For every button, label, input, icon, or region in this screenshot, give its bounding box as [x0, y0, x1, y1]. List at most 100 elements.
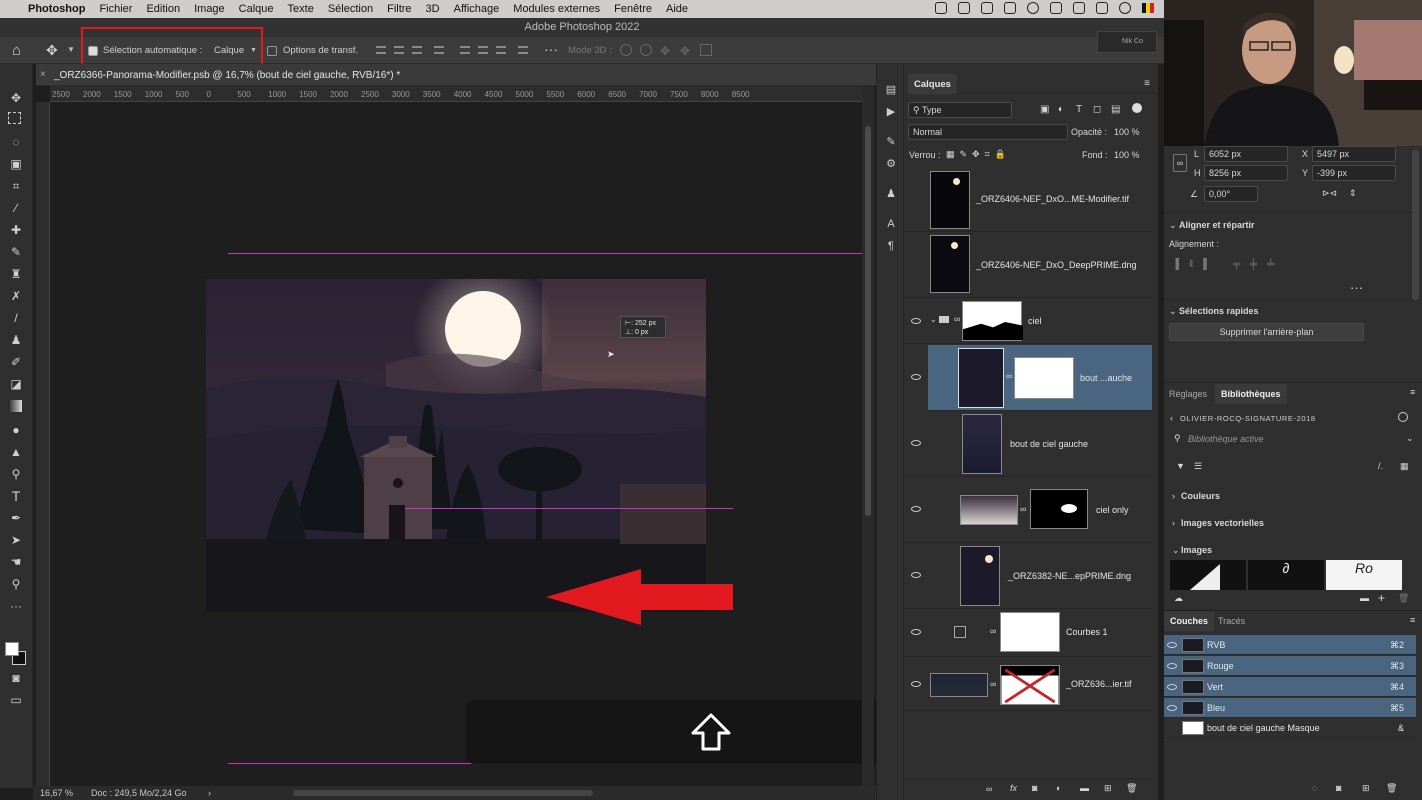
- eye-icon[interactable]: [1167, 684, 1177, 690]
- status-icon[interactable]: [981, 2, 993, 14]
- tab-reglages[interactable]: Réglages: [1169, 389, 1207, 399]
- layer-row[interactable]: _ORZ6406-NEF_DxO_DeepPRIME.dng: [904, 232, 1152, 298]
- close-icon[interactable]: ×: [40, 69, 46, 80]
- section-images-vectorielles[interactable]: Images vectorielles: [1181, 518, 1264, 528]
- flip-horizontal-icon[interactable]: ⊳⊲: [1322, 188, 1337, 199]
- menu-fenetre[interactable]: Fenêtre: [614, 3, 652, 15]
- clone-stamp-icon[interactable]: ♜: [8, 266, 24, 282]
- chevron-down-icon[interactable]: ⌄: [1169, 220, 1177, 231]
- history-icon[interactable]: ▤: [885, 84, 897, 96]
- filter-toggle-icon[interactable]: [1132, 103, 1142, 113]
- eye-icon[interactable]: [911, 374, 921, 380]
- channel-row[interactable]: bout de ciel gauche Masque &: [1164, 718, 1416, 738]
- brush-icon[interactable]: /: [8, 310, 24, 326]
- user-icon[interactable]: [1398, 412, 1408, 422]
- menu-modules[interactable]: Modules externes: [513, 3, 600, 15]
- distribute-vertical-icon[interactable]: [518, 46, 528, 54]
- layer-filter-dropdown[interactable]: ⚲ Type: [908, 102, 1012, 118]
- menu-image[interactable]: Image: [194, 3, 225, 15]
- menu-selection[interactable]: Sélection: [328, 3, 373, 15]
- align-center-icon[interactable]: [394, 46, 404, 54]
- angle-field[interactable]: 0,00°: [1204, 186, 1258, 202]
- gradient-tool-icon[interactable]: [8, 400, 22, 412]
- filter-shape-icon[interactable]: ◻: [1093, 104, 1101, 115]
- channel-row[interactable]: Bleu ⌘5: [1164, 698, 1416, 718]
- width-field[interactable]: 6052 px: [1204, 146, 1288, 162]
- blend-mode-dropdown[interactable]: Normal: [908, 124, 1068, 140]
- menu-3d[interactable]: 3D: [426, 3, 440, 15]
- layer-row[interactable]: ∞ Courbes 1: [904, 609, 1152, 657]
- adjustments-icon[interactable]: ⚙: [885, 158, 897, 170]
- status-icon[interactable]: [1119, 2, 1131, 14]
- auto-select-checkbox[interactable]: [88, 46, 98, 56]
- layer-row[interactable]: ∞ ciel only: [904, 477, 1152, 543]
- library-image-thumb[interactable]: Ro: [1326, 560, 1402, 590]
- tab-traces[interactable]: Tracés: [1218, 616, 1245, 626]
- type-tool-icon[interactable]: T: [8, 488, 24, 504]
- y-field[interactable]: -399 px: [1312, 165, 1396, 181]
- up-arrow-icon[interactable]: [690, 712, 732, 752]
- character-icon[interactable]: A: [885, 218, 897, 230]
- section-couleurs[interactable]: Couleurs: [1181, 491, 1220, 501]
- save-selection-icon[interactable]: ◙: [1336, 783, 1341, 793]
- zoom-tool-icon[interactable]: ⚲: [8, 576, 24, 592]
- tab-bibliotheques[interactable]: Bibliothèques: [1215, 384, 1287, 404]
- clock-icon[interactable]: [1027, 2, 1039, 14]
- 3d-pan-icon[interactable]: ✥: [660, 44, 670, 58]
- eye-icon[interactable]: [911, 572, 921, 578]
- quick-select-section-title[interactable]: Sélections rapides: [1179, 306, 1259, 316]
- marquee-tool-icon[interactable]: [8, 112, 21, 124]
- dodge-tool-icon[interactable]: ▲: [8, 444, 24, 460]
- menu-fichier[interactable]: Fichier: [99, 3, 132, 15]
- more-options-icon[interactable]: ···: [1350, 280, 1363, 295]
- add-mask-icon[interactable]: ◙: [1032, 783, 1037, 793]
- align-top-icon[interactable]: [460, 46, 470, 54]
- link-icon[interactable]: ∞: [1173, 154, 1187, 172]
- layer-row[interactable]: _ORZ6406-NEF_DxO...ME-Modifier.tif: [904, 168, 1152, 232]
- filter-image-icon[interactable]: ▣: [1040, 104, 1049, 115]
- status-icon[interactable]: [1073, 2, 1085, 14]
- paragraph-icon[interactable]: ¶: [885, 240, 897, 252]
- eraser-tool-icon[interactable]: ◪: [8, 376, 24, 392]
- lock-icons[interactable]: ▦✎✥⌗🔒: [946, 149, 1011, 160]
- remove-background-button[interactable]: Supprimer l'arrière-plan: [1169, 323, 1364, 341]
- eye-icon[interactable]: [911, 440, 921, 446]
- panel-menu-icon[interactable]: ≡: [1410, 387, 1415, 397]
- panel-scrollbar[interactable]: [1412, 150, 1419, 300]
- new-group-icon[interactable]: ▬: [1080, 783, 1089, 793]
- status-icon[interactable]: [1004, 2, 1016, 14]
- channel-row[interactable]: Vert ⌘4: [1164, 677, 1416, 697]
- channel-row[interactable]: Rouge ⌘3: [1164, 656, 1416, 676]
- library-name[interactable]: OLIVIER-ROCQ-SIGNATURE-2018: [1180, 414, 1316, 423]
- menu-app-name[interactable]: Photoshop: [28, 3, 85, 15]
- 3d-scale-icon[interactable]: [700, 44, 712, 56]
- trash-icon[interactable]: 🗑: [1126, 783, 1137, 794]
- trash-icon[interactable]: 🗑: [1386, 783, 1397, 794]
- chevron-left-icon[interactable]: ‹: [1170, 413, 1173, 423]
- align-bottom-icon[interactable]: [496, 46, 506, 54]
- menu-edition[interactable]: Edition: [146, 3, 180, 15]
- object-select-tool-icon[interactable]: ▣: [8, 156, 24, 172]
- layer-row[interactable]: ∞ _ORZ636...ier.tif: [904, 657, 1152, 711]
- layer-row[interactable]: _ORZ6382-NE...epPRIME.dng: [904, 543, 1152, 609]
- chevron-down-icon[interactable]: ⌄: [1406, 433, 1414, 444]
- horizontal-scrollbar[interactable]: [293, 790, 593, 796]
- chevron-right-icon[interactable]: ›: [1172, 518, 1175, 528]
- blur-tool-icon[interactable]: ●: [8, 422, 24, 438]
- magnify-glass-icon[interactable]: ⚲: [8, 466, 24, 482]
- filter-smart-icon[interactable]: ▤: [1111, 104, 1120, 115]
- layer-group-row[interactable]: ⌄ ∞ ciel: [904, 298, 1152, 344]
- more-tools-icon[interactable]: ···: [8, 598, 24, 614]
- menu-filtre[interactable]: Filtre: [387, 3, 411, 15]
- align-section-title[interactable]: Aligner et répartir: [1179, 220, 1255, 230]
- eye-icon[interactable]: [1167, 705, 1177, 711]
- view-grid-icon[interactable]: ▦: [1400, 461, 1409, 472]
- foreground-color-swatch[interactable]: [5, 642, 19, 656]
- hand-tool-icon[interactable]: ☚: [8, 554, 24, 570]
- path-select-icon[interactable]: ➤: [8, 532, 24, 548]
- brush-tool-icon[interactable]: ✎: [8, 244, 24, 260]
- home-icon[interactable]: ⌂: [12, 42, 28, 59]
- menu-texte[interactable]: Texte: [288, 3, 314, 15]
- link-layers-icon[interactable]: ∞: [986, 784, 992, 794]
- library-image-thumb[interactable]: ∂: [1248, 560, 1324, 590]
